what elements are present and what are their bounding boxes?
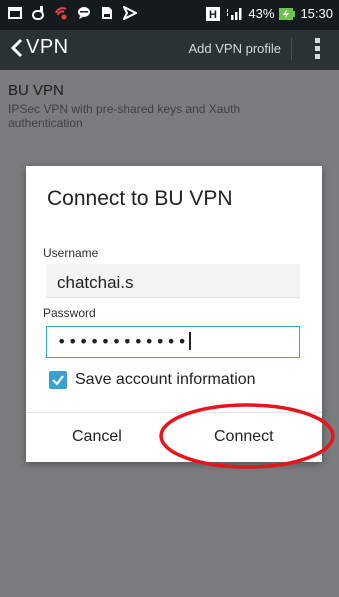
checkmark-icon bbox=[52, 375, 64, 386]
battery-percent: 43% bbox=[248, 6, 275, 21]
vpn-item-title[interactable]: BU VPN bbox=[8, 82, 64, 99]
document-icon bbox=[102, 7, 112, 19]
save-account-row[interactable]: Save account information bbox=[49, 371, 256, 389]
overflow-menu-icon[interactable] bbox=[315, 38, 321, 62]
password-label: Password bbox=[43, 306, 96, 320]
save-account-label: Save account information bbox=[75, 371, 256, 388]
add-vpn-profile-button[interactable]: Add VPN profile bbox=[189, 41, 282, 56]
connect-button[interactable]: Connect bbox=[214, 428, 274, 446]
dialog-divider bbox=[26, 412, 322, 413]
signal-alert-icon bbox=[55, 7, 67, 20]
cancel-button[interactable]: Cancel bbox=[72, 428, 122, 446]
save-account-checkbox[interactable] bbox=[49, 371, 67, 389]
signal-icon bbox=[227, 7, 242, 20]
page-title: VPN bbox=[26, 36, 69, 58]
status-bar: H 43% 15:30 bbox=[0, 0, 339, 30]
network-type-icon: H bbox=[206, 6, 221, 21]
password-field[interactable]: •••••••••••• bbox=[46, 326, 300, 358]
status-right: H 43% 15:30 bbox=[206, 6, 333, 21]
connect-dialog: Connect to BU VPN Username chatchai.s Pa… bbox=[26, 166, 322, 462]
dialog-title: Connect to BU VPN bbox=[47, 187, 233, 210]
password-mask: •••••••••••• bbox=[57, 332, 189, 351]
vpn-item-subtitle: IPSec VPN with pre-shared keys and Xauth… bbox=[8, 102, 241, 130]
back-button[interactable]: VPN bbox=[10, 36, 69, 59]
battery-charging-icon bbox=[279, 7, 296, 20]
clock: 15:30 bbox=[300, 6, 333, 21]
svg-text:H: H bbox=[209, 9, 217, 21]
chat-icon bbox=[78, 7, 90, 19]
chevron-left-icon bbox=[10, 38, 23, 57]
action-bar: VPN Add VPN profile bbox=[0, 30, 339, 70]
phone-icon bbox=[32, 6, 44, 20]
username-field[interactable]: chatchai.s bbox=[46, 264, 300, 298]
action-divider bbox=[291, 38, 292, 60]
message-icon bbox=[8, 7, 22, 19]
username-label: Username bbox=[43, 246, 99, 260]
notification-icons bbox=[8, 6, 137, 20]
text-cursor bbox=[189, 332, 192, 350]
send-icon bbox=[123, 6, 137, 20]
